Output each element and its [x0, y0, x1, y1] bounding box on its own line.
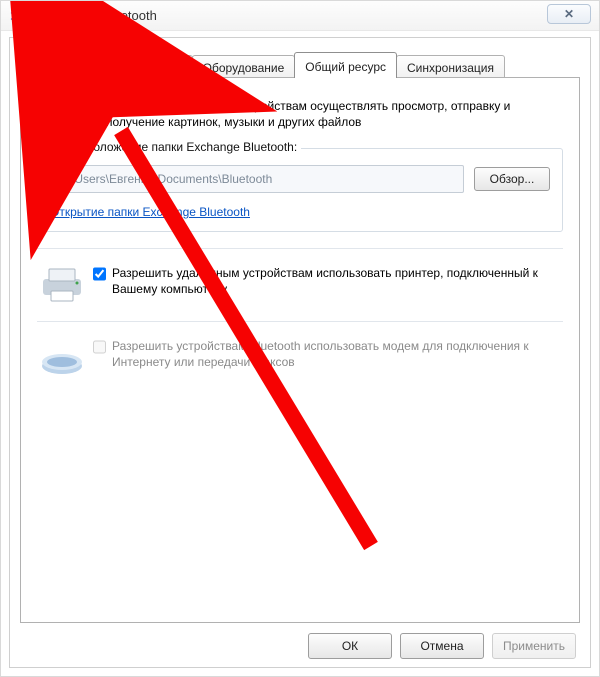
- tab-shared-resource[interactable]: Общий ресурс: [294, 52, 397, 78]
- tab-hardware[interactable]: Оборудование: [192, 55, 296, 79]
- close-button[interactable]: ✕: [547, 4, 591, 24]
- modem-icon: [37, 338, 87, 378]
- ok-button[interactable]: ОК: [308, 633, 392, 659]
- tab-strip: Параметры COM-порты Оборудование Общий р…: [20, 50, 580, 78]
- printer-icon: [37, 265, 87, 305]
- tab-panel: Разрешить удаленным устройствам осуществ…: [20, 77, 580, 623]
- cancel-button[interactable]: Отмена: [400, 633, 484, 659]
- separator-2: [37, 321, 563, 322]
- action-bar: ОК Отмена Применить: [10, 633, 590, 659]
- browse-button[interactable]: Обзор...: [474, 167, 550, 191]
- allow-remote-label: Разрешить удаленным устройствам осуществ…: [106, 98, 563, 130]
- exchange-folder-path: C:\Users\Евгений\Documents\Bluetooth: [50, 165, 464, 193]
- tab-com-ports[interactable]: COM-порты: [105, 55, 193, 79]
- bluetooth-icon: [7, 8, 23, 24]
- client-area: Параметры COM-порты Оборудование Общий р…: [9, 37, 591, 668]
- allow-printer-checkbox[interactable]: [93, 267, 106, 281]
- apply-button: Применить: [492, 633, 576, 659]
- separator: [37, 248, 563, 249]
- window-title: Параметры Bluetooth: [29, 8, 157, 23]
- allow-modem-label: Разрешить устройствам Bluetooth использо…: [112, 338, 563, 370]
- allow-remote-checkbox[interactable]: [87, 100, 100, 114]
- folder-share-icon: [37, 98, 79, 140]
- allow-printer-row: Разрешить удаленным устройствам использо…: [93, 265, 563, 297]
- allow-modem-checkbox: [93, 340, 106, 354]
- close-icon: ✕: [564, 7, 574, 21]
- exchange-folder-title: Местоположение папки Exchange Bluetooth:: [48, 140, 301, 154]
- allow-printer-label: Разрешить удаленным устройствам использо…: [112, 265, 563, 297]
- exchange-folder-group: Местоположение папки Exchange Bluetooth:…: [37, 148, 563, 232]
- allow-remote-row: Разрешить удаленным устройствам осуществ…: [87, 98, 563, 130]
- tab-sync[interactable]: Синхронизация: [396, 55, 505, 79]
- title-bar: Параметры Bluetooth ✕: [1, 1, 599, 31]
- tab-params[interactable]: Параметры: [20, 55, 106, 79]
- allow-modem-row: Разрешить устройствам Bluetooth использо…: [93, 338, 563, 370]
- open-exchange-folder-link[interactable]: Открытие папки Exchange Bluetooth: [50, 205, 250, 219]
